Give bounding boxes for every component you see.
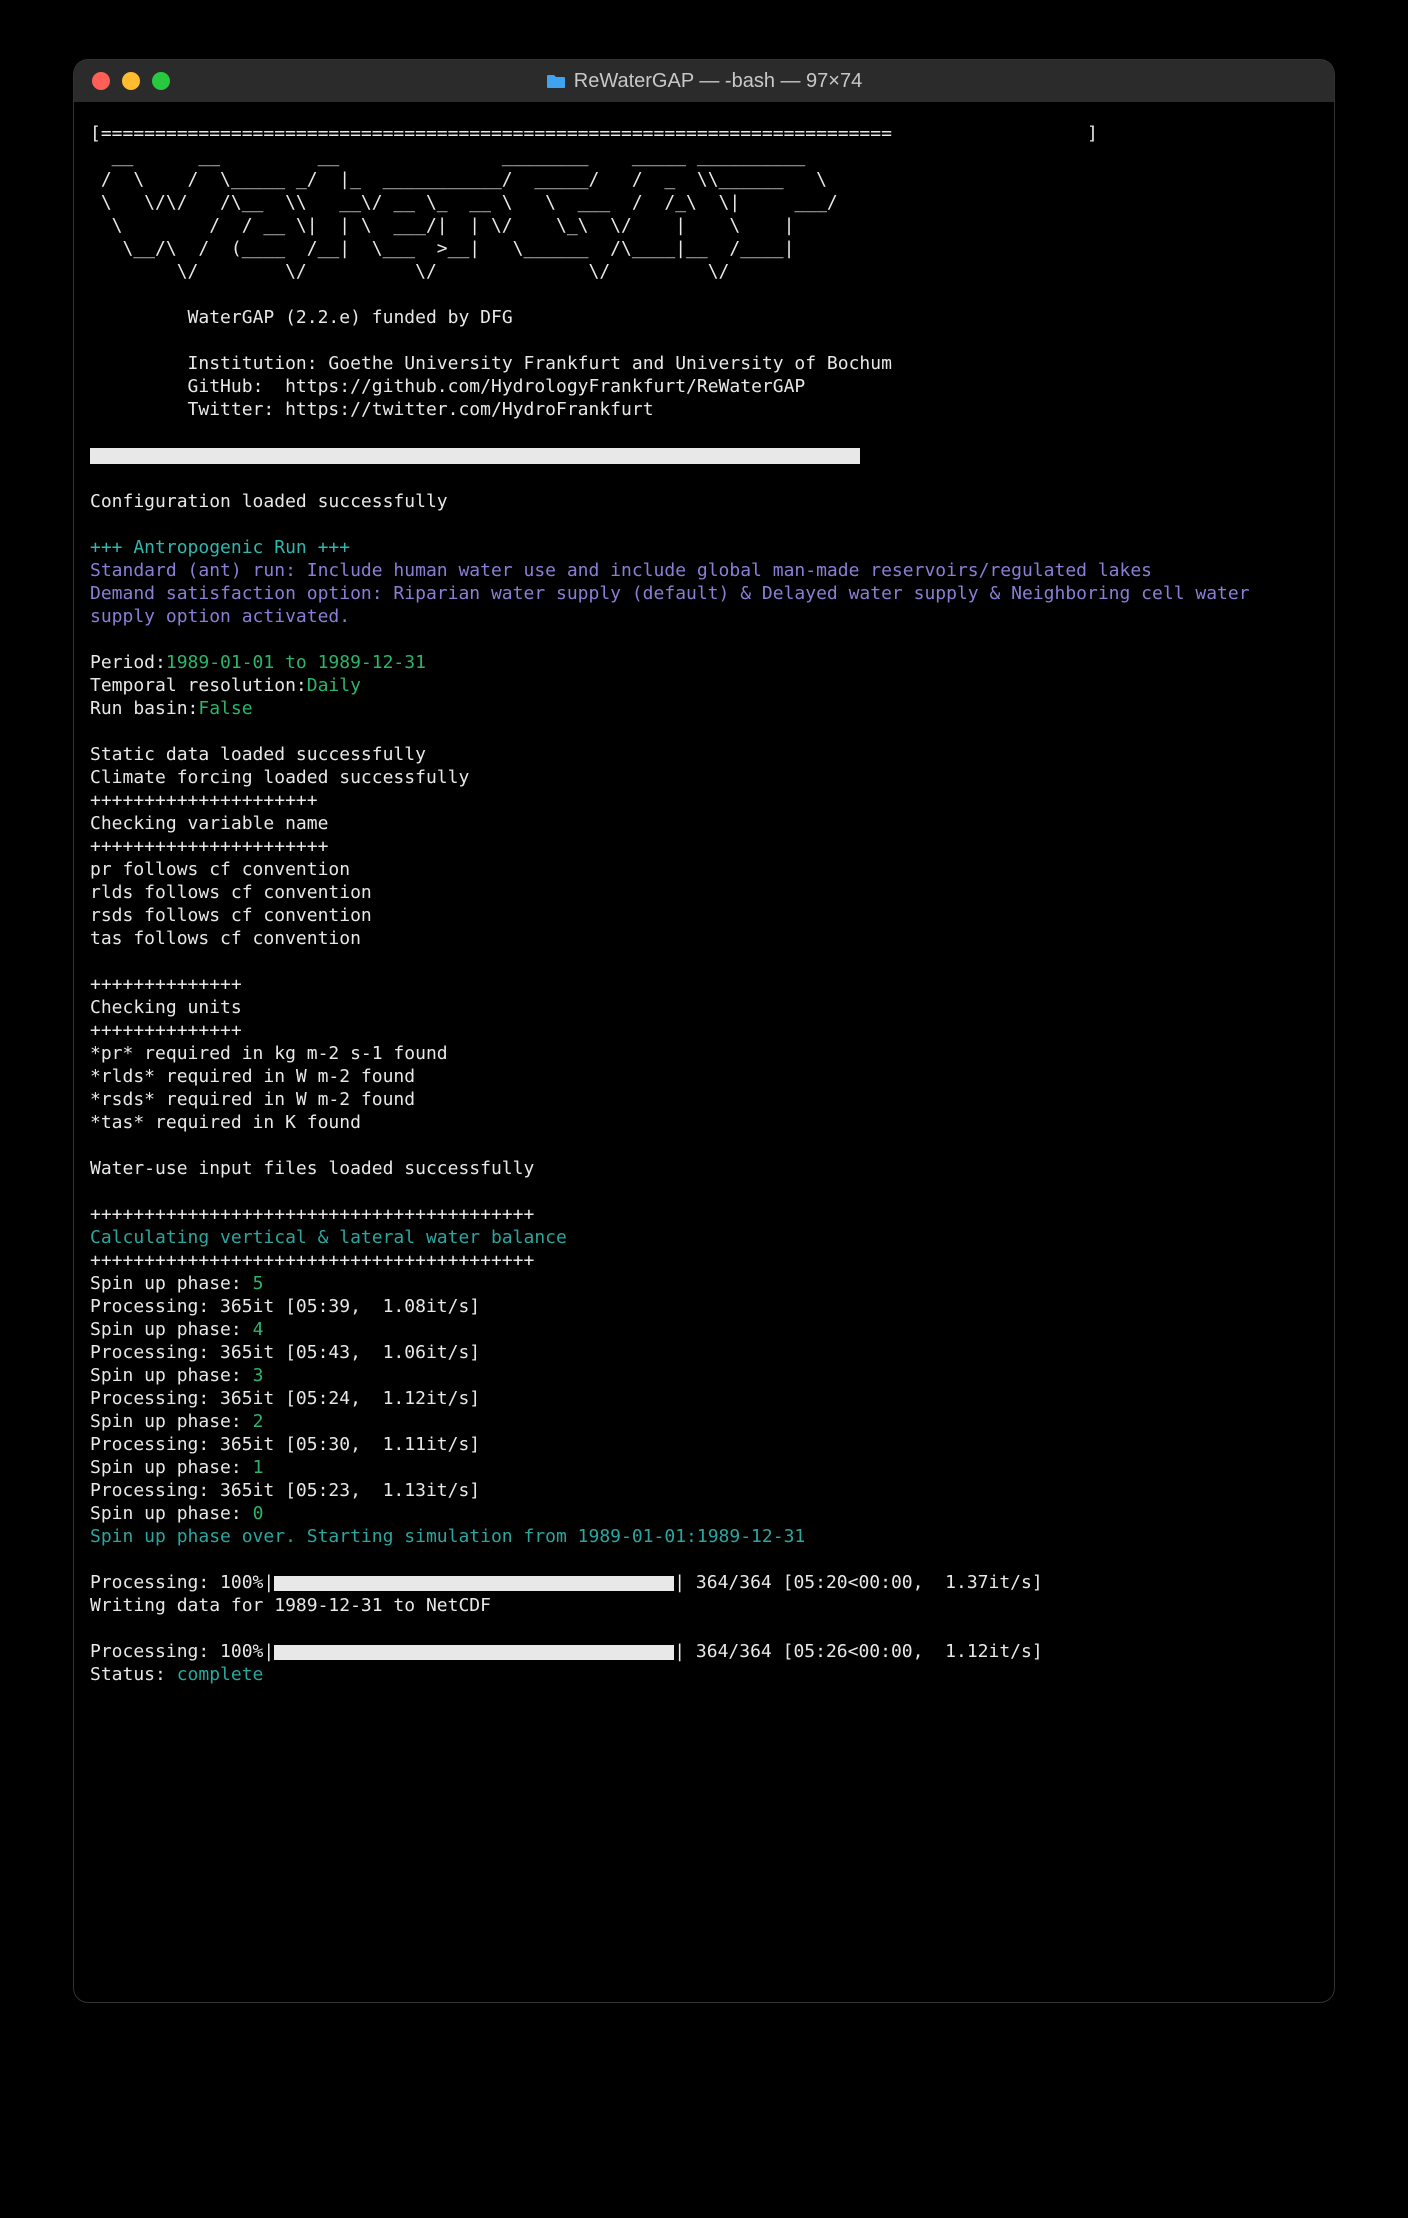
spinup-value: 3	[253, 1365, 264, 1386]
check-units-line: Checking units	[90, 997, 242, 1018]
spinup-label: Spin up phase:	[90, 1365, 253, 1386]
convention-rlds: rlds follows cf convention	[90, 882, 372, 903]
window-title-text: ReWaterGAP — -bash — 97×74	[574, 70, 862, 93]
spinup-label: Spin up phase:	[90, 1273, 253, 1294]
divider-bar	[90, 448, 860, 464]
close-button[interactable]	[92, 72, 110, 90]
maximize-button[interactable]	[152, 72, 170, 90]
spinup-value: 0	[253, 1503, 264, 1524]
divider-plus: ++++++++++++++++++++++++++++++++++++++++…	[90, 1250, 534, 1271]
calc-balance-line: Calculating vertical & lateral water bal…	[90, 1227, 567, 1248]
processing-bar-suffix: | 364/364 [05:20<00:00, 1.37it/s]	[674, 1572, 1042, 1593]
terminal-window: ReWaterGAP — -bash — 97×74 [============…	[74, 60, 1334, 2002]
terminal-output[interactable]: [=======================================…	[74, 102, 1334, 2002]
spinup-value: 5	[253, 1273, 264, 1294]
spinup-label: Spin up phase:	[90, 1457, 253, 1478]
traffic-lights	[74, 72, 170, 90]
processing-line: Processing: 365it [05:43, 1.06it/s]	[90, 1342, 480, 1363]
convention-tas: tas follows cf convention	[90, 928, 361, 949]
spinup-value: 2	[253, 1411, 264, 1432]
units-rlds: *rlds* required in W m-2 found	[90, 1066, 415, 1087]
run-header: +++ Antropogenic Run +++	[90, 537, 350, 558]
twitter-line: Twitter: https://twitter.com/HydroFrankf…	[188, 399, 654, 420]
window-titlebar[interactable]: ReWaterGAP — -bash — 97×74	[74, 60, 1334, 102]
divider-plus: ++++++++++++++	[90, 974, 242, 995]
units-rsds: *rsds* required in W m-2 found	[90, 1089, 415, 1110]
processing-line: Processing: 365it [05:24, 1.12it/s]	[90, 1388, 480, 1409]
spinup-label: Spin up phase:	[90, 1503, 253, 1524]
status-label: Status:	[90, 1664, 177, 1685]
units-tas: *tas* required in K found	[90, 1112, 361, 1133]
processing-bar-suffix: | 364/364 [05:26<00:00, 1.12it/s]	[674, 1641, 1042, 1662]
divider-plus: ++++++++++++++	[90, 1020, 242, 1041]
check-varname-line: Checking variable name	[90, 813, 328, 834]
processing-line: Processing: 365it [05:30, 1.11it/s]	[90, 1434, 480, 1455]
status-value: complete	[177, 1664, 264, 1685]
divider-plus: +++++++++++++++++++++	[90, 790, 318, 811]
spinup-value: 1	[253, 1457, 264, 1478]
config-loaded-line: Configuration loaded successfully	[90, 491, 448, 512]
spinup-over-line: Spin up phase over. Starting simulation …	[90, 1526, 805, 1547]
climate-loaded-line: Climate forcing loaded successfully	[90, 767, 469, 788]
progress-bar	[274, 1645, 674, 1660]
spinup-value: 4	[253, 1319, 264, 1340]
ascii-art-banner: [=======================================…	[90, 123, 1098, 282]
run-description-2: Demand satisfaction option: Riparian wat…	[90, 583, 1260, 627]
progress-bar	[274, 1576, 674, 1591]
processing-line: Processing: 365it [05:39, 1.08it/s]	[90, 1296, 480, 1317]
window-title: ReWaterGAP — -bash — 97×74	[74, 70, 1334, 93]
period-value: 1989-01-01 to 1989-12-31	[166, 652, 426, 673]
basin-label: Run basin:	[90, 698, 198, 719]
divider-plus: ++++++++++++++++++++++++++++++++++++++++…	[90, 1204, 534, 1225]
convention-rsds: rsds follows cf convention	[90, 905, 372, 926]
units-pr: *pr* required in kg m-2 s-1 found	[90, 1043, 448, 1064]
wateruse-loaded-line: Water-use input files loaded successfull…	[90, 1158, 534, 1179]
static-loaded-line: Static data loaded successfully	[90, 744, 426, 765]
processing-bar-prefix: Processing: 100%|	[90, 1572, 274, 1593]
minimize-button[interactable]	[122, 72, 140, 90]
basin-value: False	[198, 698, 252, 719]
convention-pr: pr follows cf convention	[90, 859, 350, 880]
writing-line: Writing data for 1989-12-31 to NetCDF	[90, 1595, 491, 1616]
processing-bar-prefix: Processing: 100%|	[90, 1641, 274, 1662]
institution-line: Institution: Goethe University Frankfurt…	[188, 353, 892, 374]
temporal-label: Temporal resolution:	[90, 675, 307, 696]
temporal-value: Daily	[307, 675, 361, 696]
processing-line: Processing: 365it [05:23, 1.13it/s]	[90, 1480, 480, 1501]
divider-plus: ++++++++++++++++++++++	[90, 836, 328, 857]
spinup-label: Spin up phase:	[90, 1411, 253, 1432]
run-description-1: Standard (ant) run: Include human water …	[90, 560, 1152, 581]
spinup-label: Spin up phase:	[90, 1319, 253, 1340]
github-line: GitHub: https://github.com/HydrologyFran…	[188, 376, 806, 397]
period-label: Period:	[90, 652, 166, 673]
version-line: WaterGAP (2.2.e) funded by DFG	[188, 307, 513, 328]
folder-icon	[546, 73, 566, 89]
